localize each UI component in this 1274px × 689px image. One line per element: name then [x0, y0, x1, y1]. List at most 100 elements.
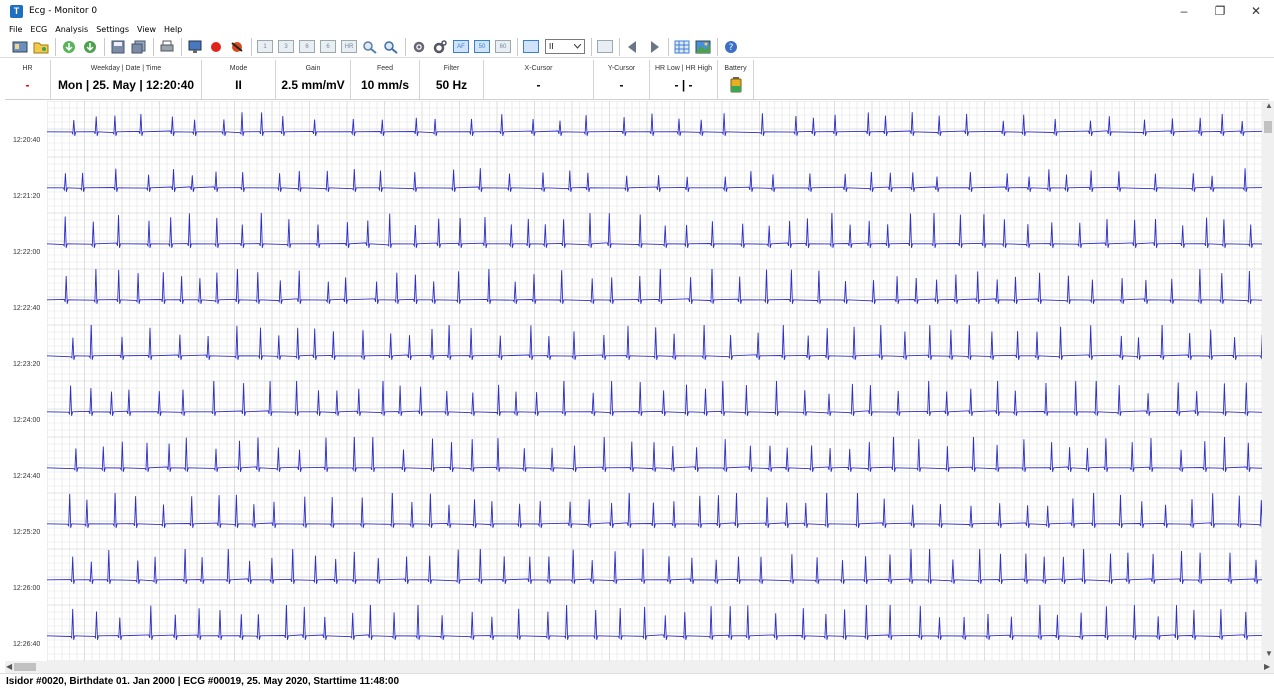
filter-60-button[interactable]: 60: [493, 37, 513, 57]
menu-analysis[interactable]: Analysis: [55, 25, 88, 34]
app-icon: T: [10, 4, 23, 18]
chart-icon[interactable]: [595, 37, 615, 57]
zoom-out-icon[interactable]: [360, 37, 380, 57]
feed-value: 10 mm/s: [360, 78, 410, 92]
patient-info: Isidor #0020, Birthdate 01. Jan 2000 | E…: [6, 676, 400, 687]
download-icon[interactable]: [59, 37, 79, 57]
ecg-strip-plot: [47, 381, 1262, 437]
ecg-strip[interactable]: 12:24:40: [5, 437, 1262, 493]
ecg-chart-area[interactable]: 12:20:40 12:21:20 12:22:00 12:22:40 12:23:20…: [5, 101, 1262, 661]
open-folder-icon[interactable]: [31, 37, 51, 57]
filter-label: Filter: [443, 65, 460, 72]
toolbar-separator: [55, 37, 56, 56]
strip-time-label: 12:22:00: [13, 249, 41, 256]
ecg-strip[interactable]: 12:22:00: [5, 213, 1262, 269]
menu-ecg[interactable]: ECG: [30, 25, 47, 34]
toolbar: 1 3 6 6 HR AF 50 60 II ?: [0, 36, 1274, 58]
lead-6b-button[interactable]: 6: [318, 37, 338, 57]
ecg-strip-plot: [47, 101, 1262, 157]
import-icon[interactable]: [80, 37, 100, 57]
hr-low-high-value: - | -: [674, 78, 693, 92]
hr-cell: HR -: [5, 60, 51, 99]
filter-50-button[interactable]: 50: [472, 37, 492, 57]
ecg-strip[interactable]: 12:20:40: [5, 101, 1262, 157]
strip-time-label: 12:26:00: [13, 585, 41, 592]
ecg-strip[interactable]: 12:26:40: [5, 605, 1262, 661]
ecg-strip[interactable]: 12:24:00: [5, 381, 1262, 437]
image-icon[interactable]: [693, 37, 713, 57]
zoom-in-icon[interactable]: [381, 37, 401, 57]
patient-card-icon[interactable]: [10, 37, 30, 57]
help-icon[interactable]: ?: [721, 37, 741, 57]
x-cursor-label: X-Cursor: [524, 65, 553, 72]
ecg-strip[interactable]: 12:22:40: [5, 269, 1262, 325]
toolbar-separator: [181, 37, 182, 56]
battery-icon: [729, 77, 743, 96]
record-icon[interactable]: [206, 37, 226, 57]
ecg-strip[interactable]: 12:25:20: [5, 493, 1262, 549]
close-button[interactable]: ✕: [1238, 0, 1274, 22]
gain-cell: Gain 2.5 mm/mV: [276, 60, 351, 99]
ecg-strip[interactable]: 12:26:00: [5, 549, 1262, 605]
status-bar: Isidor #0020, Birthdate 01. Jan 2000 | E…: [0, 673, 1274, 689]
hr-button[interactable]: HR: [339, 37, 359, 57]
ecg-strip[interactable]: 12:21:20: [5, 157, 1262, 213]
horizontal-scrollbar[interactable]: ◀ ▶: [5, 661, 1274, 673]
x-cursor-cell: X-Cursor -: [484, 60, 594, 99]
maximize-button[interactable]: ❐: [1202, 0, 1238, 22]
strip-time-label: 12:25:20: [13, 529, 41, 536]
af-button[interactable]: AF: [451, 37, 471, 57]
ecg-strip-plot: [47, 437, 1262, 493]
scroll-right-icon[interactable]: ▶: [1264, 662, 1270, 671]
monitor-icon[interactable]: [185, 37, 205, 57]
ecg-strip[interactable]: 12:23:20: [5, 325, 1262, 381]
window-controls: – ❐ ✕: [1166, 0, 1274, 22]
save-as-icon[interactable]: [129, 37, 149, 57]
lead-6-button[interactable]: 6: [297, 37, 317, 57]
single-view-button[interactable]: [521, 37, 541, 57]
datetime-label: Weekday | Date | Time: [90, 65, 162, 72]
datetime-value: Mon | 25. May | 12:20:40: [57, 78, 195, 92]
grid-icon[interactable]: [672, 37, 692, 57]
ecg-strip-plot: [47, 157, 1262, 213]
window-title: Ecg - Monitor 0: [29, 6, 98, 16]
x-cursor-value: -: [536, 78, 541, 92]
print-icon[interactable]: [157, 37, 177, 57]
ecg-strip-plot: [47, 213, 1262, 269]
strip-time-label: 12:24:40: [13, 473, 41, 480]
strip-time-label: 12:24:00: [13, 417, 41, 424]
settings-gear-icon[interactable]: [409, 37, 429, 57]
battery-cell: Battery: [718, 60, 754, 99]
datetime-cell: Weekday | Date | Time Mon | 25. May | 12…: [51, 60, 202, 99]
next-arrow-icon[interactable]: [644, 37, 664, 57]
ecg-strip-plot: [47, 269, 1262, 325]
menu-file[interactable]: File: [9, 25, 22, 34]
horizontal-scroll-thumb[interactable]: [14, 663, 36, 671]
menu-view[interactable]: View: [137, 25, 156, 34]
chevron-down-icon: [574, 44, 581, 49]
ecg-strip-plot: [47, 325, 1262, 381]
hr-value: -: [25, 78, 30, 92]
lead-3-button[interactable]: 3: [276, 37, 296, 57]
lead-select[interactable]: II: [545, 39, 585, 54]
minimize-button[interactable]: –: [1166, 0, 1202, 22]
menu-settings[interactable]: Settings: [96, 25, 129, 34]
vertical-scrollbar[interactable]: ▲ ▼: [1262, 101, 1274, 661]
title-bar: T Ecg - Monitor 0 – ❐ ✕: [0, 0, 1274, 22]
toolbar-separator: [591, 37, 592, 56]
save-icon[interactable]: [108, 37, 128, 57]
vertical-scroll-thumb[interactable]: [1264, 121, 1272, 133]
filter-value: 50 Hz: [435, 78, 468, 92]
filter-cell: Filter 50 Hz: [420, 60, 484, 99]
tools-gear-icon[interactable]: [430, 37, 450, 57]
scroll-down-icon[interactable]: ▼: [1265, 649, 1273, 658]
scroll-up-icon[interactable]: ▲: [1265, 101, 1273, 110]
ecg-strip-plot: [47, 549, 1262, 605]
lead-1-button[interactable]: 1: [255, 37, 275, 57]
previous-arrow-icon[interactable]: [623, 37, 643, 57]
menu-help[interactable]: Help: [164, 25, 182, 34]
strip-time-label: 12:20:40: [13, 137, 41, 144]
stop-record-icon[interactable]: [227, 37, 247, 57]
scroll-left-icon[interactable]: ◀: [6, 662, 12, 671]
toolbar-separator: [668, 37, 669, 56]
